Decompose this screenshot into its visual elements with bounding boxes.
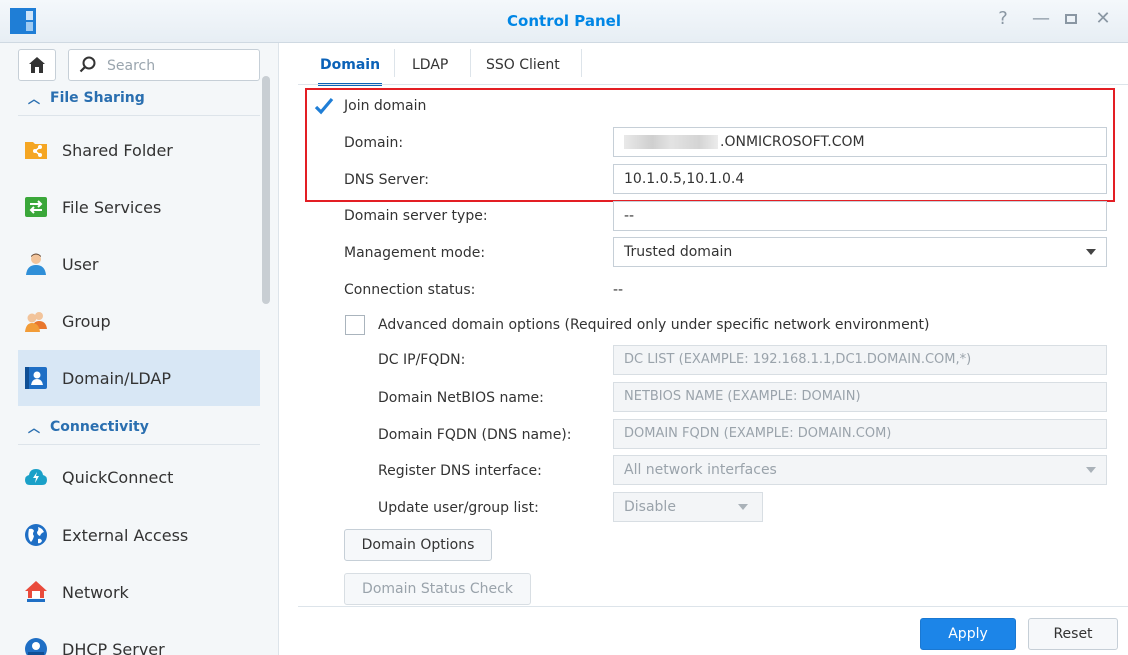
sidebar-item-quickconnect[interactable]: QuickConnect bbox=[18, 449, 260, 505]
domain-ldap-icon bbox=[25, 367, 47, 389]
sidebar-item-external-access[interactable]: External Access bbox=[18, 507, 260, 563]
domain-label: Domain: bbox=[344, 135, 404, 151]
sidebar-item-label: File Services bbox=[62, 197, 162, 217]
tab-ldap[interactable]: LDAP bbox=[396, 49, 464, 81]
sidebar-item-shared-folder[interactable]: Shared Folder bbox=[18, 122, 260, 178]
help-icon[interactable]: ? bbox=[990, 8, 1016, 29]
domain-field[interactable]: .ONMICROSOFT.COM bbox=[613, 127, 1107, 157]
tab-sso-client[interactable]: SSO Client bbox=[470, 49, 576, 81]
sidebar-item-dhcp-server[interactable]: DHCP Server bbox=[18, 621, 260, 655]
join-domain-label: Join domain bbox=[344, 98, 427, 114]
domain-server-type-field: -- bbox=[613, 201, 1107, 231]
sidebar: ︿ File Sharing Shared Folder File Servic… bbox=[0, 43, 279, 655]
redacted-text bbox=[624, 135, 718, 149]
domain-server-type-label: Domain server type: bbox=[344, 208, 488, 224]
maximize-icon[interactable] bbox=[1058, 9, 1084, 30]
tab-bar: Domain LDAP SSO Client bbox=[298, 43, 1128, 86]
quickconnect-icon bbox=[25, 469, 47, 485]
register-dns-value: All network interfaces bbox=[624, 462, 777, 478]
update-list-label: Update user/group list: bbox=[378, 500, 539, 516]
update-list-value: Disable bbox=[624, 499, 676, 515]
sidebar-item-label: Network bbox=[62, 582, 129, 602]
sidebar-item-file-services[interactable]: File Services bbox=[18, 179, 260, 235]
section-file-sharing[interactable]: ︿ File Sharing bbox=[18, 81, 260, 116]
connection-status-value: -- bbox=[613, 282, 624, 298]
file-services-icon bbox=[25, 197, 47, 217]
dc-ip-field[interactable]: DC LIST (EXAMPLE: 192.168.1.1,DC1.DOMAIN… bbox=[613, 345, 1107, 375]
advanced-options-checkbox[interactable] bbox=[345, 315, 365, 335]
footer-divider bbox=[298, 606, 1128, 607]
tab-domain[interactable]: Domain bbox=[304, 49, 396, 86]
search-icon bbox=[79, 56, 96, 73]
register-dns-label: Register DNS interface: bbox=[378, 463, 542, 479]
apply-button[interactable]: Apply bbox=[920, 618, 1016, 650]
chevron-up-icon: ︿ bbox=[28, 420, 41, 435]
sidebar-item-network[interactable]: Network bbox=[18, 564, 260, 620]
title-bar: Control Panel ? — ✕ bbox=[0, 0, 1128, 43]
domain-status-check-button[interactable]: Domain Status Check bbox=[344, 573, 531, 605]
sidebar-item-label: Domain/LDAP bbox=[62, 368, 172, 388]
management-mode-label: Management mode: bbox=[344, 245, 486, 261]
sidebar-item-label: QuickConnect bbox=[62, 467, 174, 487]
tab-underline bbox=[298, 84, 1128, 85]
sidebar-item-label: External Access bbox=[62, 525, 189, 545]
network-icon bbox=[25, 581, 47, 602]
fqdn-field[interactable]: DOMAIN FQDN (EXAMPLE: DOMAIN.COM) bbox=[613, 419, 1107, 449]
dns-server-field[interactable]: 10.1.0.5,10.1.0.4 bbox=[613, 164, 1107, 194]
dc-ip-label: DC IP/FQDN: bbox=[378, 352, 466, 368]
netbios-label: Domain NetBIOS name: bbox=[378, 390, 544, 406]
dns-server-label: DNS Server: bbox=[344, 172, 429, 188]
chevron-up-icon: ︿ bbox=[28, 91, 41, 106]
group-icon bbox=[25, 312, 47, 332]
sidebar-item-domain-ldap[interactable]: Domain/LDAP bbox=[18, 350, 260, 406]
sidebar-item-group[interactable]: Group bbox=[18, 293, 260, 349]
sidebar-item-label: User bbox=[62, 254, 99, 274]
tab-divider bbox=[394, 49, 395, 77]
sidebar-item-label: Shared Folder bbox=[62, 140, 173, 160]
minimize-icon[interactable]: — bbox=[1028, 8, 1054, 29]
reset-button[interactable]: Reset bbox=[1028, 618, 1118, 650]
section-label: Connectivity bbox=[50, 419, 149, 435]
domain-value: .ONMICROSOFT.COM bbox=[720, 134, 865, 150]
dropdown-arrow-icon bbox=[738, 504, 748, 510]
home-button[interactable] bbox=[18, 49, 56, 81]
domain-options-button[interactable]: Domain Options bbox=[344, 529, 492, 561]
sidebar-scrollbar[interactable] bbox=[262, 76, 270, 304]
section-label: File Sharing bbox=[50, 90, 145, 106]
join-domain-checkbox[interactable] bbox=[314, 96, 334, 116]
sidebar-item-label: DHCP Server bbox=[62, 639, 165, 655]
shared-folder-icon bbox=[25, 142, 47, 159]
section-connectivity[interactable]: ︿ Connectivity bbox=[18, 410, 260, 445]
checkmark-icon bbox=[314, 97, 334, 115]
netbios-field[interactable]: NETBIOS NAME (EXAMPLE: DOMAIN) bbox=[613, 382, 1107, 412]
sidebar-item-user[interactable]: User bbox=[18, 236, 260, 292]
search-input[interactable] bbox=[105, 55, 249, 77]
window-title: Control Panel bbox=[507, 12, 621, 30]
fqdn-label: Domain FQDN (DNS name): bbox=[378, 427, 572, 443]
dropdown-arrow-icon bbox=[1086, 467, 1096, 473]
tab-divider bbox=[581, 49, 582, 77]
management-mode-select[interactable]: Trusted domain bbox=[613, 237, 1107, 267]
advanced-options-label: Advanced domain options (Required only u… bbox=[378, 317, 930, 333]
dhcp-server-icon bbox=[25, 638, 47, 655]
connection-status-label: Connection status: bbox=[344, 282, 476, 298]
home-icon bbox=[29, 57, 45, 73]
register-dns-select[interactable]: All network interfaces bbox=[613, 455, 1107, 485]
user-icon bbox=[26, 253, 46, 275]
management-mode-value: Trusted domain bbox=[624, 244, 733, 260]
sidebar-item-label: Group bbox=[62, 311, 111, 331]
close-icon[interactable]: ✕ bbox=[1090, 8, 1116, 29]
dropdown-arrow-icon bbox=[1086, 249, 1096, 255]
search-box[interactable] bbox=[68, 49, 260, 81]
update-list-select[interactable]: Disable bbox=[613, 492, 763, 522]
globe-icon bbox=[25, 524, 47, 546]
